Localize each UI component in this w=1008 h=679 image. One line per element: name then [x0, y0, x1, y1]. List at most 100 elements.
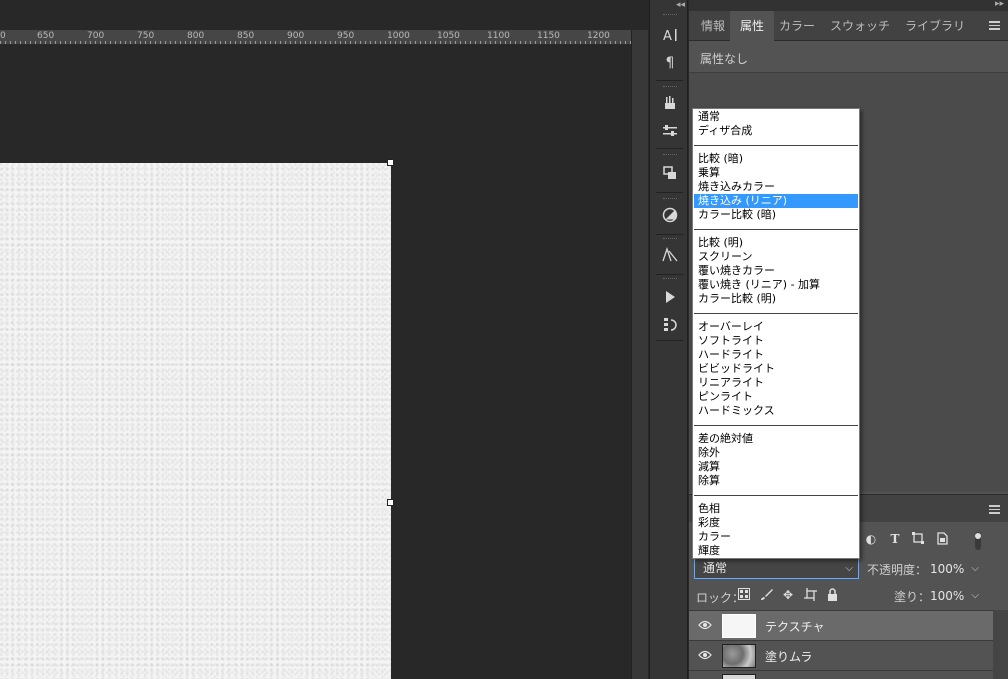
blend-mode-option[interactable]: リニアライト — [694, 376, 858, 390]
layer-row[interactable]: 塗りムラ — [689, 640, 993, 670]
lock-all-icon[interactable] — [825, 588, 839, 602]
lock-transparent-icon[interactable] — [737, 588, 751, 602]
ruler-tick — [370, 41, 371, 44]
layer-name[interactable]: テクスチャ — [765, 618, 825, 635]
tool-separator — [656, 234, 683, 235]
ruler-label: 1050 — [437, 31, 460, 41]
blend-mode-option[interactable]: ハードミックス — [694, 404, 858, 418]
blend-mode-option[interactable]: 覆い焼きカラー — [694, 264, 858, 278]
play-actions-icon[interactable] — [658, 286, 682, 308]
ruler-tick — [295, 41, 296, 44]
ruler-tick — [310, 41, 311, 44]
ruler-tick — [230, 41, 231, 44]
visibility-eye-icon[interactable] — [698, 649, 712, 663]
blend-mode-option[interactable]: 輝度 — [694, 544, 858, 558]
blend-mode-option[interactable]: 乗算 — [694, 166, 858, 180]
paragraph-icon[interactable]: ¶ — [658, 52, 682, 74]
lock-artboard-icon[interactable] — [803, 588, 817, 602]
ruler-tick — [55, 41, 56, 44]
grip-icon[interactable] — [663, 14, 677, 17]
ruler-tick — [525, 41, 526, 44]
blend-mode-option[interactable]: 比較 (明) — [694, 236, 858, 250]
blend-mode-option[interactable]: カラー比較 (明) — [694, 292, 858, 306]
tab-color[interactable]: カラー — [769, 11, 825, 41]
tab-properties[interactable]: 属性 — [730, 11, 775, 41]
transform-handle[interactable] — [387, 499, 394, 506]
tool-separator — [656, 192, 683, 193]
blend-mode-option[interactable]: ピンライト — [694, 390, 858, 404]
brush-settings-icon[interactable] — [658, 120, 682, 142]
tab-libraries[interactable]: ライブラリ — [895, 11, 975, 41]
paths-icon[interactable] — [658, 244, 682, 266]
ruler-tick — [325, 41, 326, 44]
tab-swatches[interactable]: スウォッチ — [820, 11, 900, 41]
ruler-label: 950 — [337, 31, 355, 41]
blend-mode-option[interactable]: 通常 — [694, 110, 858, 124]
ruler-tick — [5, 41, 6, 44]
collapse-icon[interactable]: ◂◂ — [676, 0, 685, 10]
grip-icon[interactable] — [663, 86, 677, 89]
document-canvas[interactable] — [0, 163, 391, 679]
layer-thumbnail[interactable] — [722, 674, 756, 679]
history-icon[interactable] — [658, 313, 682, 335]
blend-mode-option[interactable]: 覆い焼き (リニア) - 加算 — [694, 278, 858, 292]
blend-mode-option[interactable]: 差の絶対値 — [694, 432, 858, 446]
tab-info[interactable]: 情報 — [691, 11, 735, 41]
layer-thumbnail[interactable] — [722, 644, 756, 668]
character-icon[interactable]: A — [658, 24, 682, 46]
blend-mode-option[interactable]: 除外 — [694, 446, 858, 460]
blend-mode-option[interactable]: スクリーン — [694, 250, 858, 264]
blend-mode-option[interactable]: ハードライト — [694, 348, 858, 362]
ruler-label: 1150 — [537, 31, 560, 41]
clone-source-icon[interactable] — [658, 162, 682, 184]
opacity-field[interactable]: 100% ⌵ — [927, 559, 983, 579]
layer-row[interactable]: テクスチャ — [689, 610, 993, 640]
grip-icon[interactable] — [663, 198, 677, 201]
blend-mode-option[interactable]: ソフトライト — [694, 334, 858, 348]
layer-row[interactable] — [689, 670, 993, 679]
layers-menu-icon[interactable] — [989, 505, 1000, 514]
filter-toggle[interactable] — [971, 532, 985, 550]
filter-smart-object-icon[interactable] — [935, 532, 949, 546]
blend-mode-option[interactable]: オーバーレイ — [694, 320, 858, 334]
chevron-down-icon[interactable]: ⌵ — [971, 559, 979, 579]
ruler-tick — [445, 41, 446, 44]
visibility-eye-icon[interactable] — [698, 619, 712, 633]
filter-adjustment-icon[interactable]: ◐ — [864, 532, 878, 546]
adjustments-icon[interactable] — [658, 204, 682, 226]
blend-mode-separator — [694, 313, 858, 314]
lock-position-move-icon[interactable]: ✥ — [781, 588, 795, 602]
blend-mode-option[interactable]: 彩度 — [694, 516, 858, 530]
blend-mode-option[interactable]: カラー — [694, 530, 858, 544]
grip-icon[interactable] — [663, 154, 677, 157]
grip-icon[interactable] — [663, 278, 677, 281]
blend-mode-option[interactable]: カラー比較 (暗) — [694, 208, 858, 222]
document-workspace[interactable] — [0, 45, 631, 679]
brush-presets-icon[interactable] — [658, 92, 682, 114]
layers-scrollbar[interactable] — [993, 610, 1008, 679]
blend-mode-option[interactable]: ビビッドライト — [694, 362, 858, 376]
ruler-tick — [275, 41, 276, 44]
lock-image-brush-icon[interactable] — [759, 588, 773, 602]
grip-icon[interactable] — [663, 238, 677, 241]
blend-mode-select[interactable]: 通常 ⌵ — [694, 558, 859, 579]
fill-field[interactable]: 100% ⌵ — [927, 586, 983, 606]
blend-mode-option[interactable]: 焼き込み (リニア) — [694, 194, 858, 208]
panel-menu-icon[interactable] — [989, 21, 1000, 30]
filter-shape-icon[interactable] — [911, 532, 925, 546]
blend-mode-option[interactable]: 焼き込みカラー — [694, 180, 858, 194]
filter-type-icon[interactable]: T — [888, 532, 902, 546]
blend-mode-option[interactable]: ディザ合成 — [694, 124, 858, 138]
blend-mode-option[interactable]: 色相 — [694, 502, 858, 516]
blend-mode-option[interactable]: 除算 — [694, 474, 858, 488]
layer-name[interactable]: 塗りムラ — [765, 648, 812, 665]
expand-icon[interactable]: ▸▸ — [995, 0, 1004, 9]
ruler-tick — [20, 41, 21, 44]
transform-handle[interactable] — [387, 159, 394, 166]
blend-mode-option[interactable]: 減算 — [694, 460, 858, 474]
horizontal-ruler[interactable]: 0 650 700 750 800 850 900 950 1000 1050 … — [0, 30, 631, 45]
ruler-tick — [320, 41, 321, 44]
layer-thumbnail[interactable] — [722, 614, 756, 638]
chevron-down-icon[interactable]: ⌵ — [971, 586, 979, 606]
blend-mode-option[interactable]: 比較 (暗) — [694, 152, 858, 166]
